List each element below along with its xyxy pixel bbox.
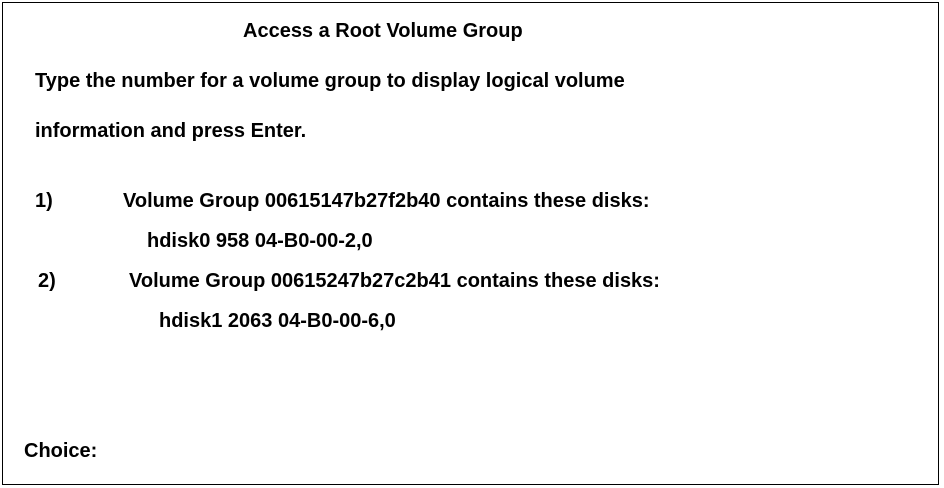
volume-group-1-number: 1) bbox=[35, 190, 53, 212]
volume-group-1-description: Volume Group 00615147b27f2b40 contains t… bbox=[123, 190, 650, 212]
choice-label: Choice: bbox=[24, 440, 98, 462]
instruction-line-1: Type the number for a volume group to di… bbox=[35, 70, 625, 92]
instruction-line-2: information and press Enter. bbox=[35, 120, 307, 142]
volume-group-1-disks: hdisk0 958 04-B0-00-2,0 bbox=[147, 230, 373, 252]
volume-group-2-description: Volume Group 00615247b27c2b41 contains t… bbox=[129, 270, 660, 292]
choice-input[interactable] bbox=[128, 437, 428, 465]
volume-group-2-disks: hdisk1 2063 04-B0-00-6,0 bbox=[159, 310, 396, 332]
page-title: Access a Root Volume Group bbox=[243, 20, 523, 42]
volume-group-2-number: 2) bbox=[38, 270, 56, 292]
